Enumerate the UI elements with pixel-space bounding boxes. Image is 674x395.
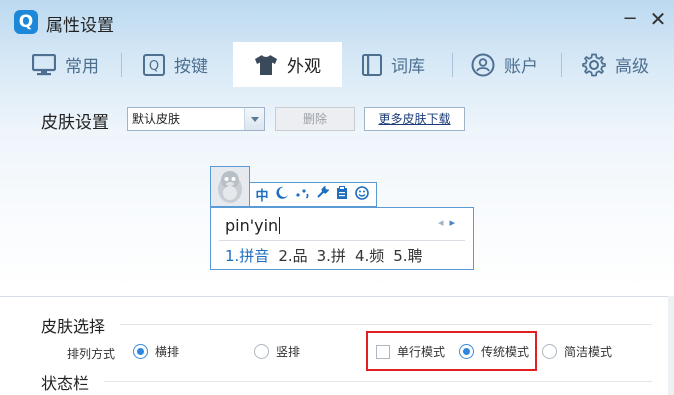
tab-dictionary[interactable]: 词库 <box>362 42 425 87</box>
ime-candidate-window: pin'yin ◂▸ 1.拼音 2.品 3.拼 4.频 5.聘 <box>210 207 474 270</box>
candidate-item[interactable]: 5.聘 <box>393 245 422 266</box>
chinese-mode-icon[interactable]: 中 <box>254 185 270 204</box>
ime-toolbar: 中 <box>250 182 377 207</box>
option-label: 竖排 <box>276 345 301 359</box>
page-arrows[interactable]: ◂▸ <box>438 216 461 229</box>
tab-label: 外观 <box>287 57 321 77</box>
close-button[interactable]: ✕ <box>647 8 669 30</box>
layout-horizontal-radio[interactable]: 横排 <box>133 343 179 360</box>
candidate-item[interactable]: 2.品 <box>278 245 307 266</box>
tab-label: 按键 <box>174 57 208 77</box>
svg-text:Q: Q <box>149 59 159 74</box>
punctuation-icon[interactable] <box>294 186 310 203</box>
tab-appearance[interactable]: 外观 <box>233 42 342 87</box>
ime-input-text: pin'yin <box>225 216 279 235</box>
ime-divider <box>219 240 465 241</box>
radio-unchecked-icon[interactable] <box>542 344 557 359</box>
wrench-icon[interactable] <box>314 185 330 203</box>
key-icon: Q <box>143 53 165 76</box>
candidate-list: 1.拼音 2.品 3.拼 4.频 5.聘 <box>225 245 423 266</box>
highlight-box <box>366 331 537 371</box>
page-prev-icon[interactable]: ◂ <box>438 216 450 229</box>
moon-icon[interactable] <box>274 186 290 203</box>
tab-label: 账户 <box>504 57 538 77</box>
candidate-item[interactable]: 4.频 <box>355 245 384 266</box>
option-label: 简洁模式 <box>564 345 613 359</box>
candidate-item[interactable]: 1.拼音 <box>225 245 269 266</box>
tab-account[interactable]: 账户 <box>471 42 538 87</box>
section-divider <box>104 381 652 382</box>
user-icon <box>471 53 495 76</box>
simple-mode-radio[interactable]: 简洁模式 <box>542 343 612 360</box>
radio-unchecked-icon[interactable] <box>254 344 269 359</box>
tab-divider <box>452 53 453 77</box>
chevron-down-icon[interactable] <box>244 108 264 130</box>
skin-settings-label: 皮肤设置 <box>41 113 109 133</box>
more-skins-link[interactable]: 更多皮肤下载 <box>364 107 465 131</box>
tab-advanced[interactable]: 高级 <box>582 42 649 87</box>
book-icon <box>362 53 382 76</box>
tab-keys[interactable]: Q 按键 <box>143 42 208 87</box>
tab-divider <box>121 53 122 77</box>
penguin-avatar-icon <box>210 166 250 207</box>
gear-icon <box>582 53 606 76</box>
ime-input-line: pin'yin <box>225 216 281 235</box>
layout-label: 排列方式 <box>67 347 116 361</box>
app-logo-icon: Q <box>14 10 38 34</box>
candidate-item[interactable]: 3.拼 <box>317 245 346 266</box>
option-label: 横排 <box>155 345 180 359</box>
delete-skin-button[interactable]: 删除 <box>275 107 355 131</box>
skin-choice-title: 皮肤选择 <box>41 317 106 336</box>
page-next-icon[interactable]: ▸ <box>449 216 461 229</box>
tab-common[interactable]: 常用 <box>32 42 99 87</box>
section-divider <box>120 324 652 325</box>
layout-vertical-radio[interactable]: 竖排 <box>254 343 300 360</box>
clipboard-icon[interactable] <box>334 185 350 204</box>
title-bar: Q 属性设置 − ✕ <box>0 0 674 42</box>
scrollbar[interactable] <box>668 296 674 395</box>
skin-options-panel: 皮肤选择 排列方式 横排 竖排 单行模式 传统模式 简洁模式 状态栏 <box>0 296 674 395</box>
tab-label: 高级 <box>615 57 649 77</box>
tab-divider <box>561 53 562 77</box>
skin-select-value: 默认皮肤 <box>132 112 181 126</box>
tab-label: 常用 <box>65 57 99 77</box>
minimize-button[interactable]: − <box>619 8 641 30</box>
window-title: 属性设置 <box>46 16 114 36</box>
tab-bar: 常用 Q 按键 外观 词库 账户 高级 <box>0 42 674 87</box>
tshirt-icon <box>255 54 277 75</box>
status-bar-title: 状态栏 <box>41 374 90 393</box>
tab-label: 词库 <box>391 57 425 77</box>
smile-icon[interactable] <box>354 185 370 204</box>
skin-select[interactable]: 默认皮肤 <box>127 107 265 131</box>
text-caret <box>279 217 281 234</box>
monitor-icon <box>32 53 56 75</box>
radio-checked-icon[interactable] <box>133 344 148 359</box>
